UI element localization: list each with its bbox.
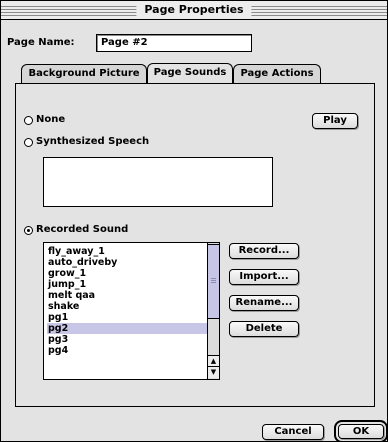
radio-none[interactable] (24, 116, 33, 125)
list-item[interactable]: pg1 (47, 312, 208, 323)
rename-button[interactable]: Rename... (229, 295, 299, 311)
list-item[interactable]: pg3 (47, 334, 208, 345)
list-item[interactable]: grow_1 (47, 268, 208, 279)
speech-text-area[interactable] (43, 157, 273, 207)
play-button[interactable]: Play (312, 113, 358, 129)
tab-page-actions[interactable]: Page Actions (233, 64, 321, 83)
grip-line (211, 282, 216, 283)
list-item[interactable]: jump_1 (47, 279, 208, 290)
page-name-field[interactable]: Page #2 (96, 34, 252, 52)
recorded-sound-list[interactable]: fly_away_1 auto_driveby grow_1 jump_1 me… (43, 242, 220, 380)
delete-button[interactable]: Delete (229, 321, 299, 337)
scroll-down-arrow-icon[interactable]: ▼ (208, 366, 219, 378)
tab-page-sounds[interactable]: Page Sounds (147, 63, 233, 83)
list-item[interactable]: shake (47, 301, 208, 312)
list-item-selected[interactable]: pg2 (47, 323, 208, 334)
grip-line (211, 280, 216, 281)
grip-line (211, 278, 216, 279)
dialog-title: Page Properties (136, 2, 252, 18)
list-item[interactable]: fly_away_1 (47, 246, 208, 257)
page-name-label: Page Name: (7, 37, 75, 48)
scroll-thumb[interactable] (208, 244, 219, 319)
tab-background-picture[interactable]: Background Picture (21, 64, 147, 83)
cancel-button[interactable]: Cancel (262, 424, 324, 440)
list-item[interactable]: pg4 (47, 345, 208, 356)
record-button[interactable]: Record... (229, 243, 299, 259)
list-scrollbar[interactable]: ▲ ▼ (207, 243, 219, 379)
list-item[interactable]: melt qaa (47, 290, 208, 301)
page-properties-dialog: Page Properties Page Name: Page #2 Backg… (0, 0, 388, 442)
list-item[interactable]: auto_driveby (47, 257, 208, 268)
ok-button[interactable]: OK (334, 420, 388, 442)
import-button[interactable]: Import... (229, 269, 299, 285)
radio-recorded-sound-label: Recorded Sound (36, 224, 129, 235)
radio-synthesized-speech-label: Synthesized Speech (36, 136, 150, 147)
title-bar[interactable]: Page Properties (1, 1, 387, 20)
radio-synthesized-speech[interactable] (24, 138, 33, 147)
radio-none-label: None (36, 114, 66, 125)
radio-recorded-sound[interactable] (24, 226, 33, 235)
